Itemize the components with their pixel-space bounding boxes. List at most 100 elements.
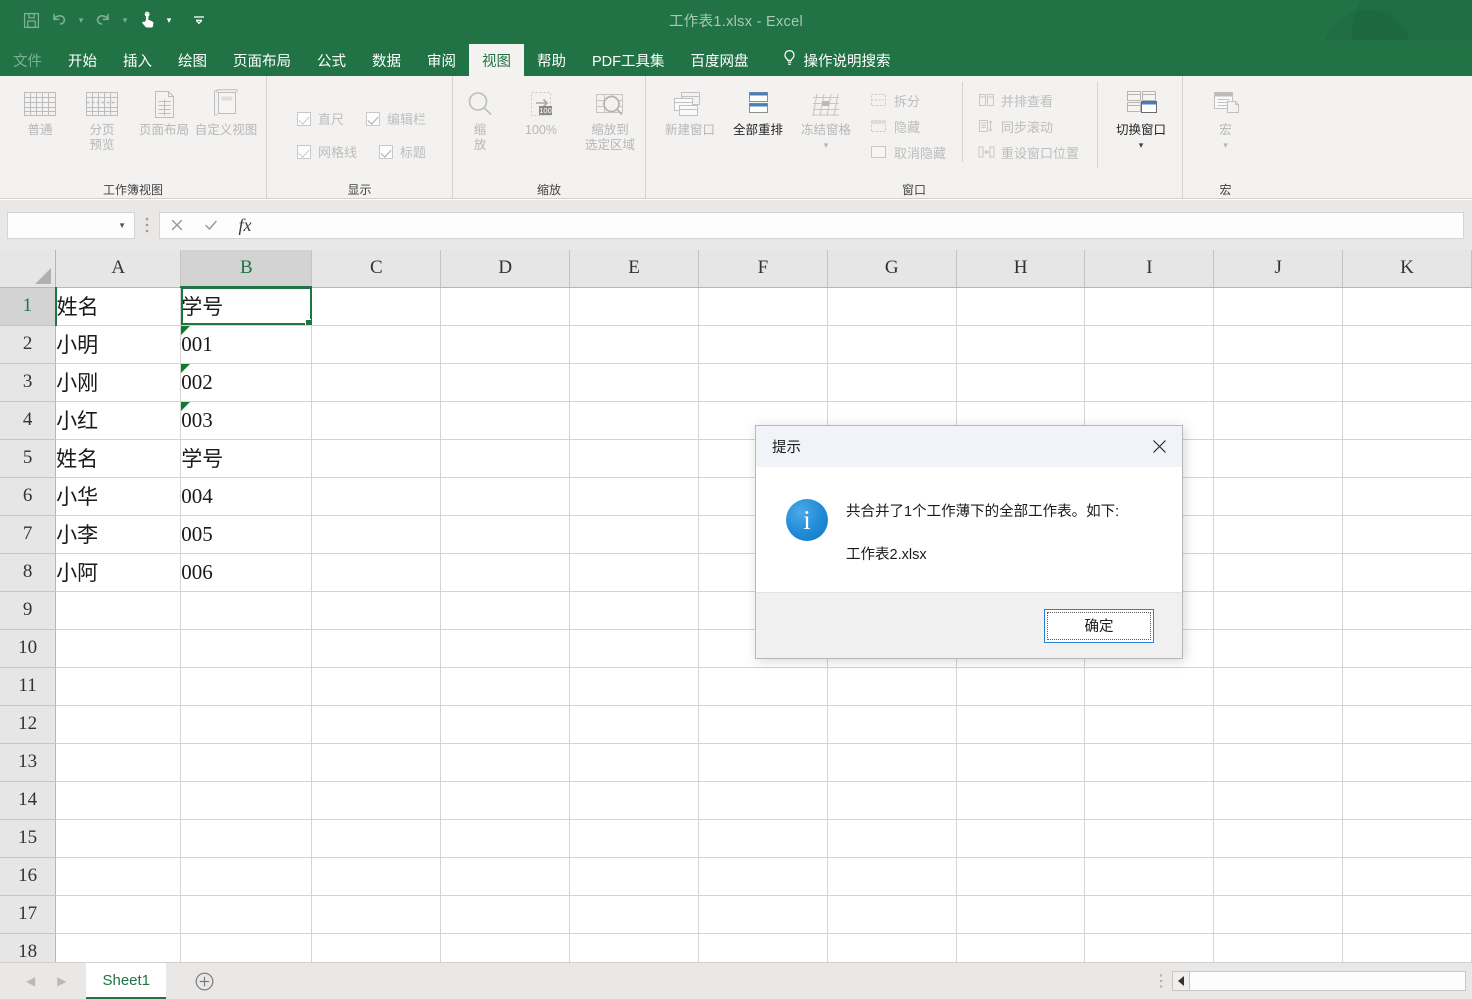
sheet-tab-sheet1[interactable]: Sheet1 xyxy=(86,963,167,999)
cell-H11[interactable] xyxy=(956,667,1086,706)
cell-C3[interactable] xyxy=(311,363,442,402)
cell-C13[interactable] xyxy=(311,743,442,782)
select-all-corner[interactable] xyxy=(0,250,57,288)
cell-C9[interactable] xyxy=(311,591,442,630)
arrow-left-icon[interactable]: ◀ xyxy=(26,974,35,988)
column-header-K[interactable]: K xyxy=(1342,250,1472,288)
confirm-entry-icon[interactable] xyxy=(194,212,228,239)
cell-E17[interactable] xyxy=(569,895,699,934)
cell-J8[interactable] xyxy=(1213,553,1344,592)
column-header-G[interactable]: G xyxy=(827,250,957,288)
row-header-11[interactable]: 11 xyxy=(0,667,57,706)
cell-B10[interactable] xyxy=(180,629,313,668)
cell-K9[interactable] xyxy=(1342,591,1472,630)
cell-F3[interactable] xyxy=(698,363,828,402)
cell-I16[interactable] xyxy=(1084,857,1215,896)
formula-input[interactable] xyxy=(262,211,1464,239)
tab-view[interactable]: 视图 xyxy=(469,44,524,76)
tab-page-layout[interactable]: 页面布局 xyxy=(220,44,304,76)
cell-G2[interactable] xyxy=(827,325,957,364)
tell-me-search[interactable]: 操作说明搜索 xyxy=(762,44,904,76)
cell-A3[interactable]: 小刚 xyxy=(55,363,182,402)
cell-D9[interactable] xyxy=(440,591,571,630)
cell-I17[interactable] xyxy=(1084,895,1215,934)
cell-A8[interactable]: 小阿 xyxy=(55,553,182,592)
cell-F12[interactable] xyxy=(698,705,828,744)
spreadsheet-grid[interactable]: A B C D E F G H I J K 1 姓名 学号 2 小明 001 3… xyxy=(0,250,1472,962)
cell-D11[interactable] xyxy=(440,667,571,706)
cell-D5[interactable] xyxy=(440,439,571,478)
cell-K6[interactable] xyxy=(1342,477,1472,516)
cell-E12[interactable] xyxy=(569,705,699,744)
cell-K18[interactable] xyxy=(1342,933,1472,962)
freeze-panes-dropdown-icon[interactable]: ▾ xyxy=(824,141,829,150)
tab-insert[interactable]: 插入 xyxy=(110,44,165,76)
tab-baidu-netdisk[interactable]: 百度网盘 xyxy=(678,44,762,76)
button-synchronous-scrolling[interactable]: 同步滚动 xyxy=(977,117,1079,136)
cell-H18[interactable] xyxy=(956,933,1086,962)
cell-D3[interactable] xyxy=(440,363,571,402)
cell-J1[interactable] xyxy=(1213,287,1344,326)
cell-A18[interactable] xyxy=(55,933,182,962)
cell-D10[interactable] xyxy=(440,629,571,668)
cell-K4[interactable] xyxy=(1342,401,1472,440)
insert-function-icon[interactable]: fx xyxy=(228,212,262,239)
cell-B8[interactable]: 006 xyxy=(180,553,313,592)
cell-E9[interactable] xyxy=(569,591,699,630)
cell-A13[interactable] xyxy=(55,743,182,782)
cell-B2[interactable]: 001 xyxy=(180,325,313,364)
tab-home[interactable]: 开始 xyxy=(55,44,110,76)
scrollbar-split-handle[interactable] xyxy=(1150,973,1172,989)
cell-J6[interactable] xyxy=(1213,477,1344,516)
cell-I13[interactable] xyxy=(1084,743,1215,782)
cell-J15[interactable] xyxy=(1213,819,1344,858)
button-zoom-to-selection[interactable]: 缩放到 选定区域 xyxy=(574,82,646,156)
button-page-break-preview[interactable]: 分页 预览 xyxy=(71,82,133,156)
cell-A15[interactable] xyxy=(55,819,182,858)
cell-I15[interactable] xyxy=(1084,819,1215,858)
row-header-5[interactable]: 5 xyxy=(0,439,57,478)
cell-F16[interactable] xyxy=(698,857,828,896)
cell-D4[interactable] xyxy=(440,401,571,440)
cell-B6[interactable]: 004 xyxy=(180,477,313,516)
row-header-14[interactable]: 14 xyxy=(0,781,57,820)
cell-I11[interactable] xyxy=(1084,667,1215,706)
row-header-9[interactable]: 9 xyxy=(0,591,57,630)
cell-E16[interactable] xyxy=(569,857,699,896)
cell-B12[interactable] xyxy=(180,705,313,744)
cell-E1[interactable] xyxy=(569,287,699,326)
row-header-12[interactable]: 12 xyxy=(0,705,57,744)
cell-I12[interactable] xyxy=(1084,705,1215,744)
cell-E13[interactable] xyxy=(569,743,699,782)
row-header-10[interactable]: 10 xyxy=(0,629,57,668)
row-header-4[interactable]: 4 xyxy=(0,401,57,440)
cell-D6[interactable] xyxy=(440,477,571,516)
row-header-17[interactable]: 17 xyxy=(0,895,57,934)
checkbox-gridlines[interactable]: 网格线 xyxy=(296,142,357,161)
cell-C8[interactable] xyxy=(311,553,442,592)
cell-B15[interactable] xyxy=(180,819,313,858)
cell-G1[interactable] xyxy=(827,287,957,326)
cell-B5[interactable]: 学号 xyxy=(180,439,313,478)
cell-K2[interactable] xyxy=(1342,325,1472,364)
arrow-right-icon[interactable]: ▶ xyxy=(57,974,66,988)
cell-F11[interactable] xyxy=(698,667,828,706)
cell-E6[interactable] xyxy=(569,477,699,516)
scrollbar-track[interactable] xyxy=(1190,971,1466,991)
cell-B1[interactable]: 学号 xyxy=(180,287,313,326)
close-icon[interactable] xyxy=(1136,426,1182,467)
cell-H12[interactable] xyxy=(956,705,1086,744)
cell-C12[interactable] xyxy=(311,705,442,744)
cell-B14[interactable] xyxy=(180,781,313,820)
cell-J12[interactable] xyxy=(1213,705,1344,744)
cell-F14[interactable] xyxy=(698,781,828,820)
cell-K8[interactable] xyxy=(1342,553,1472,592)
cell-E15[interactable] xyxy=(569,819,699,858)
cell-A16[interactable] xyxy=(55,857,182,896)
cell-A4[interactable]: 小红 xyxy=(55,401,182,440)
cell-I18[interactable] xyxy=(1084,933,1215,962)
button-new-window[interactable]: 新建窗口 xyxy=(656,82,724,156)
button-custom-views[interactable]: 自定义视图 xyxy=(195,82,257,156)
cell-B3[interactable]: 002 xyxy=(180,363,313,402)
cell-E7[interactable] xyxy=(569,515,699,554)
